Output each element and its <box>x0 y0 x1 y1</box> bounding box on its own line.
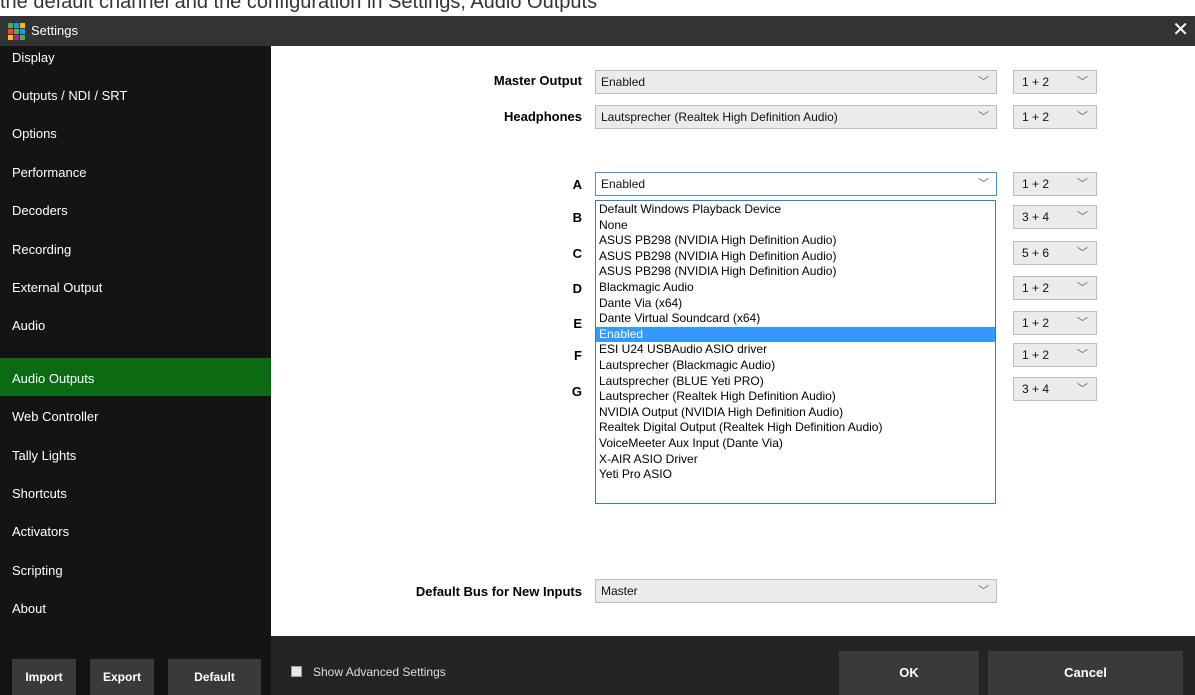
chevron-down-icon: ﹀ <box>1077 282 1088 294</box>
master-output-label: Master Output <box>493 73 582 88</box>
headphones-channel-select[interactable]: 1 + 2 ﹀ <box>1013 105 1097 129</box>
dropdown-option[interactable]: None <box>596 218 995 234</box>
chevron-down-icon: ﹀ <box>978 178 989 190</box>
headphones-value: Lautsprecher (Realtek High Definition Au… <box>601 110 838 124</box>
chevron-down-icon: ﹀ <box>1077 247 1088 259</box>
default-bus-select[interactable]: Master ﹀ <box>595 579 997 603</box>
window-title: Settings <box>31 23 78 38</box>
bus-e-channel-value: 1 + 2 <box>1022 316 1050 330</box>
bus-b-label: B <box>572 210 582 225</box>
dropdown-option[interactable]: NVIDIA Output (NVIDIA High Definition Au… <box>596 405 995 421</box>
bus-g-channel-value: 3 + 4 <box>1022 382 1050 396</box>
headphones-select[interactable]: Lautsprecher (Realtek High Definition Au… <box>595 105 997 129</box>
sidebar-item-audio-outputs[interactable]: Audio Outputs <box>0 358 271 396</box>
sidebar-item-audio[interactable]: Audio <box>0 314 271 350</box>
dropdown-option[interactable]: Realtek Digital Output (Realtek High Def… <box>596 420 995 436</box>
sidebar: Display Outputs / NDI / SRT Options Perf… <box>0 46 271 646</box>
caption-text: the default channel and the configuratio… <box>0 0 598 13</box>
title-bar: Settings ✕ <box>0 16 1195 46</box>
chevron-down-icon: ﹀ <box>1077 383 1088 395</box>
chevron-down-icon: ﹀ <box>978 585 989 597</box>
dropdown-option[interactable]: X-AIR ASIO Driver <box>596 452 995 468</box>
bus-e-label: E <box>573 316 582 331</box>
master-channel-value: 1 + 2 <box>1022 75 1050 89</box>
import-button[interactable]: Import <box>12 659 76 695</box>
bus-d-channel-value: 1 + 2 <box>1022 281 1050 295</box>
dropdown-option[interactable]: Lautsprecher (BLUE Yeti PRO) <box>596 374 995 390</box>
bus-c-channel-value: 5 + 6 <box>1022 246 1050 260</box>
dropdown-option[interactable]: ASUS PB298 (NVIDIA High Definition Audio… <box>596 264 995 280</box>
chevron-down-icon: ﹀ <box>1077 317 1088 329</box>
dropdown-option[interactable]: Lautsprecher (Realtek High Definition Au… <box>596 389 995 405</box>
close-icon[interactable]: ✕ <box>1172 18 1189 42</box>
bus-f-label: F <box>574 348 582 363</box>
sidebar-item-about[interactable]: About <box>0 597 271 633</box>
headphones-label: Headphones <box>503 109 582 124</box>
master-output-value: Enabled <box>601 75 646 89</box>
bus-c-channel-select[interactable]: 5 + 6 ﹀ <box>1013 241 1097 265</box>
bus-e-channel-select[interactable]: 1 + 2 ﹀ <box>1013 311 1097 335</box>
chevron-down-icon: ﹀ <box>978 111 989 123</box>
dropdown-option[interactable]: ESI U24 USBAudio ASIO driver <box>596 342 995 358</box>
sidebar-item-outputs-ndi-srt[interactable]: Outputs / NDI / SRT <box>0 84 271 120</box>
sidebar-item-external-output[interactable]: External Output <box>0 276 271 312</box>
bus-c-label: C <box>572 246 582 261</box>
bus-a-value: Enabled <box>601 177 646 191</box>
export-button[interactable]: Export <box>90 659 154 695</box>
footer-bar: Import Export Default Show Advanced Sett… <box>0 636 1195 695</box>
dropdown-option[interactable]: Default Windows Playback Device <box>596 202 995 218</box>
app-grid-icon <box>8 23 25 40</box>
sidebar-item-options[interactable]: Options <box>0 122 271 158</box>
sidebar-item-tally-lights[interactable]: Tally Lights <box>0 444 271 480</box>
dropdown-option[interactable]: Yeti Pro ASIO <box>596 467 995 483</box>
master-channel-select[interactable]: 1 + 2 ﹀ <box>1013 70 1097 94</box>
dropdown-option-selected[interactable]: Enabled <box>596 326 995 343</box>
master-output-select[interactable]: Enabled ﹀ <box>595 70 997 94</box>
bus-g-label: G <box>571 384 582 399</box>
chevron-down-icon: ﹀ <box>978 76 989 88</box>
bus-g-channel-select[interactable]: 3 + 4 ﹀ <box>1013 377 1097 401</box>
headphones-channel-value: 1 + 2 <box>1022 110 1050 124</box>
sidebar-item-shortcuts[interactable]: Shortcuts <box>0 482 271 518</box>
chevron-down-icon: ﹀ <box>1077 178 1088 190</box>
bus-a-select[interactable]: Enabled ﹀ <box>595 172 997 196</box>
sidebar-item-performance[interactable]: Performance <box>0 161 271 197</box>
default-bus-value: Master <box>601 584 638 598</box>
default-bus-label: Default Bus for New Inputs <box>415 584 582 599</box>
bus-b-channel-select[interactable]: 3 + 4 ﹀ <box>1013 205 1097 229</box>
dropdown-option[interactable]: Lautsprecher (Blackmagic Audio) <box>596 358 995 374</box>
caption-strip: the default channel and the configuratio… <box>0 0 1195 16</box>
bus-a-channel-value: 1 + 2 <box>1022 177 1050 191</box>
chevron-down-icon: ﹀ <box>1077 76 1088 88</box>
show-advanced-checkbox[interactable] <box>291 666 302 677</box>
sidebar-item-recording[interactable]: Recording <box>0 238 271 274</box>
dropdown-option[interactable]: ASUS PB298 (NVIDIA High Definition Audio… <box>596 249 995 265</box>
dropdown-option[interactable]: Dante Virtual Soundcard (x64) <box>596 311 995 327</box>
sidebar-item-scripting[interactable]: Scripting <box>0 559 271 595</box>
bus-a-channel-select[interactable]: 1 + 2 ﹀ <box>1013 172 1097 196</box>
chevron-down-icon: ﹀ <box>1077 349 1088 361</box>
bus-f-channel-select[interactable]: 1 + 2 ﹀ <box>1013 343 1097 367</box>
default-button[interactable]: Default <box>168 659 261 695</box>
show-advanced-label: Show Advanced Settings <box>313 665 446 679</box>
cancel-button[interactable]: Cancel <box>988 651 1183 695</box>
bus-d-label: D <box>572 281 582 296</box>
sidebar-item-web-controller[interactable]: Web Controller <box>0 405 271 441</box>
bus-d-channel-select[interactable]: 1 + 2 ﹀ <box>1013 276 1097 300</box>
sidebar-item-display[interactable]: Display <box>0 46 271 82</box>
bus-a-dropdown-list: Default Windows Playback Device None ASU… <box>595 200 996 504</box>
dropdown-option[interactable]: VoiceMeeter Aux Input (Dante Via) <box>596 436 995 452</box>
bus-b-channel-value: 3 + 4 <box>1022 210 1050 224</box>
footer-actions: Show Advanced Settings OK Cancel <box>271 636 1195 695</box>
bus-f-channel-value: 1 + 2 <box>1022 348 1050 362</box>
sidebar-item-decoders[interactable]: Decoders <box>0 199 271 235</box>
chevron-down-icon: ﹀ <box>1077 211 1088 223</box>
dropdown-option[interactable]: Blackmagic Audio <box>596 280 995 296</box>
dropdown-option[interactable]: Dante Via (x64) <box>596 296 995 312</box>
bus-a-label: A <box>572 177 582 192</box>
sidebar-item-activators[interactable]: Activators <box>0 520 271 556</box>
dropdown-option[interactable]: ASUS PB298 (NVIDIA High Definition Audio… <box>596 233 995 249</box>
ok-button[interactable]: OK <box>839 651 979 695</box>
chevron-down-icon: ﹀ <box>1077 111 1088 123</box>
